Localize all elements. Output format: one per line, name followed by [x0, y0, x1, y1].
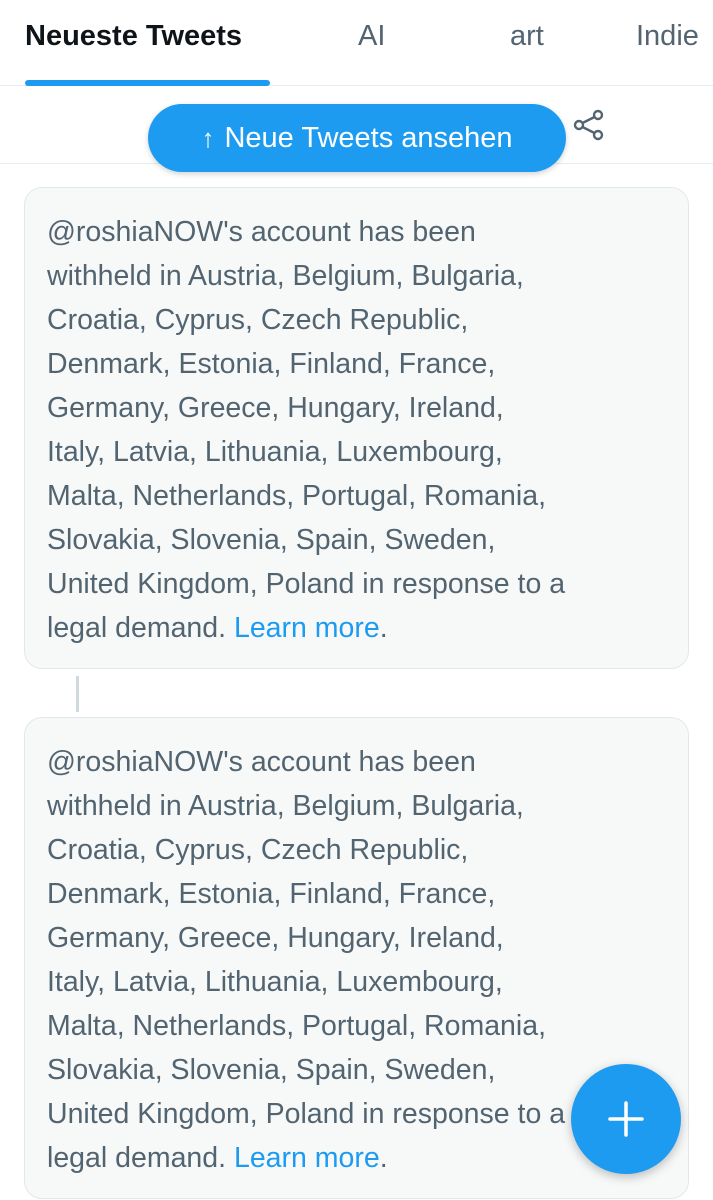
- tab-ai[interactable]: AI: [358, 20, 385, 53]
- new-tweets-button[interactable]: ↑ Neue Tweets ansehen: [148, 104, 566, 172]
- tab-indie[interactable]: Indie: [636, 20, 699, 53]
- card-text-line: withheld in Austria, Belgium, Bulgaria,: [47, 260, 524, 292]
- card-text-line: Germany, Greece, Hungary, Ireland,: [47, 922, 504, 954]
- card-text-line: Denmark, Estonia, Finland, France,: [47, 878, 496, 910]
- card-text-line: @roshiaNOW's account has been: [47, 216, 476, 248]
- card-text: legal demand.: [47, 612, 227, 644]
- thread-connector: [76, 676, 79, 712]
- card-text-line: withheld in Austria, Belgium, Bulgaria,: [47, 790, 524, 822]
- card-text-line: Malta, Netherlands, Portugal, Romania,: [47, 480, 547, 512]
- card-text-suffix: .: [379, 612, 388, 644]
- card-text-line: Denmark, Estonia, Finland, France,: [47, 348, 496, 380]
- learn-more-link[interactable]: Learn more: [234, 612, 380, 644]
- card-text-line: United Kingdom, Poland in response to a: [47, 568, 566, 600]
- card-text: legal demand.: [47, 1142, 227, 1174]
- new-tweets-label: Neue Tweets ansehen: [224, 121, 513, 154]
- arrow-up-icon: ↑: [201, 122, 215, 153]
- tab-neueste-tweets[interactable]: Neueste Tweets: [25, 20, 242, 53]
- card-text-line: Slovakia, Slovenia, Spain, Sweden,: [47, 1054, 496, 1086]
- card-text-line: Croatia, Cyprus, Czech Republic,: [47, 834, 469, 866]
- card-text-line: Italy, Latvia, Lithuania, Luxembourg,: [47, 966, 503, 998]
- learn-more-link[interactable]: Learn more: [234, 1142, 380, 1174]
- tab-art[interactable]: art: [510, 20, 544, 53]
- card-text-line: Slovakia, Slovenia, Spain, Sweden,: [47, 524, 496, 556]
- compose-tweet-button[interactable]: [571, 1064, 681, 1174]
- card-text-line: @roshiaNOW's account has been: [47, 746, 476, 778]
- withheld-tweet-card: @roshiaNOW's account has been withheld i…: [24, 187, 689, 669]
- card-text-line: Germany, Greece, Hungary, Ireland,: [47, 392, 504, 424]
- timeline-tabs: Neueste Tweets AI art Indie: [0, 0, 713, 86]
- card-text-line-last: legal demand. Learn more.: [47, 1136, 666, 1180]
- card-text-line: Croatia, Cyprus, Czech Republic,: [47, 304, 469, 336]
- card-text-line: Italy, Latvia, Lithuania, Luxembourg,: [47, 436, 503, 468]
- plus-icon: [608, 1101, 644, 1137]
- share-icon[interactable]: [572, 108, 606, 142]
- card-text-line: Malta, Netherlands, Portugal, Romania,: [47, 1010, 547, 1042]
- card-text-line-last: legal demand. Learn more.: [47, 606, 666, 650]
- card-text-suffix: .: [379, 1142, 388, 1174]
